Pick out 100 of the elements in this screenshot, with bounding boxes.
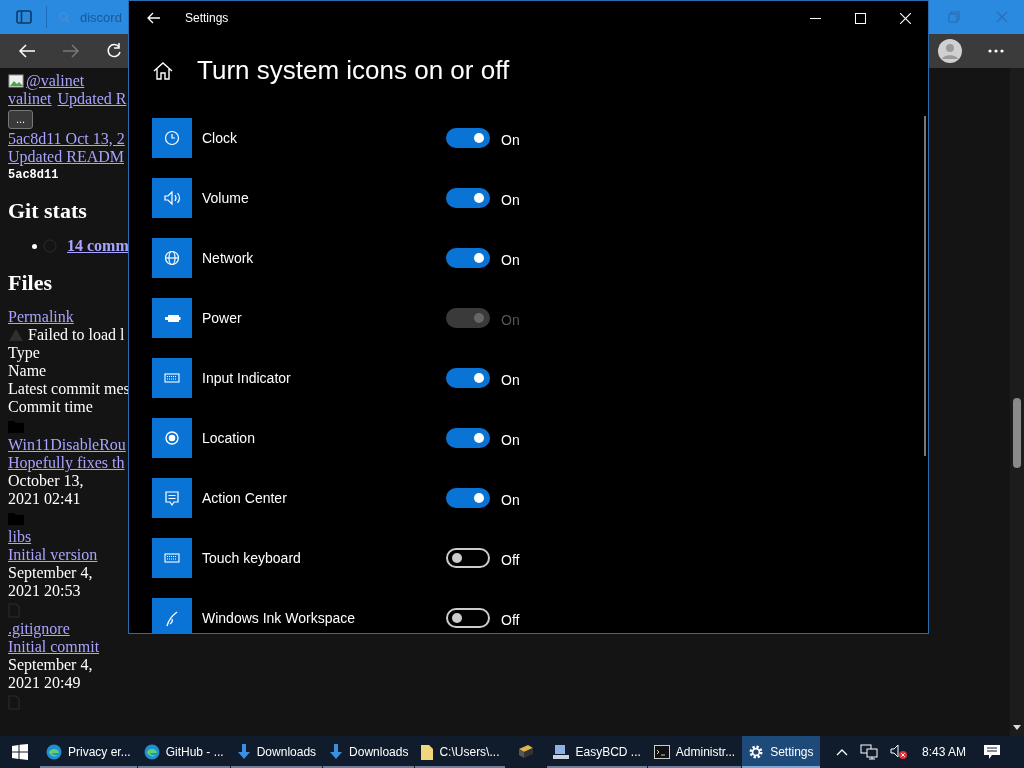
text: Name xyxy=(8,362,47,380)
message-icon xyxy=(152,478,192,518)
toggle-switch[interactable] xyxy=(446,248,490,268)
muted-volume-icon[interactable] xyxy=(889,744,908,760)
text: September 4, xyxy=(8,564,93,582)
link[interactable]: Updated READM xyxy=(8,148,124,166)
taskbar-app[interactable]: EasyBCD ... xyxy=(547,736,647,768)
link[interactable]: Initial version xyxy=(8,546,98,564)
forward-icon[interactable] xyxy=(62,43,80,59)
back-icon[interactable] xyxy=(18,43,36,59)
setting-label: Power xyxy=(202,310,243,326)
setting-label: Action Center xyxy=(202,490,288,506)
error-message: Failed to load l xyxy=(28,326,125,344)
target-icon xyxy=(152,418,192,458)
link[interactable]: Permalink xyxy=(8,308,74,326)
toggle-state: On xyxy=(501,190,520,208)
page-title: Turn system icons on or off xyxy=(197,55,510,86)
refresh-icon[interactable] xyxy=(106,43,122,59)
link[interactable]: 5ac8d11 Oct 13, 2 xyxy=(8,130,125,148)
taskbar-app[interactable]: Downloads xyxy=(323,736,415,768)
link[interactable]: Hopefully fixes th xyxy=(8,454,125,472)
taskbar-app[interactable]: GitHub - ... xyxy=(137,736,230,768)
back-icon[interactable] xyxy=(147,12,161,24)
more-icon[interactable] xyxy=(988,49,1004,53)
books-icon xyxy=(518,743,535,759)
home-icon[interactable] xyxy=(153,61,173,80)
computer-icon xyxy=(553,744,570,760)
toggle-state: On xyxy=(501,130,520,148)
text: 2021 20:53 xyxy=(8,582,81,600)
toggle-switch[interactable] xyxy=(446,188,490,208)
taskbar-app[interactable]: Settings xyxy=(742,736,820,768)
section-heading: Files xyxy=(8,270,53,296)
windows-start-icon[interactable] xyxy=(12,744,28,760)
text: September 4, xyxy=(8,656,93,674)
text: 2021 02:41 xyxy=(8,490,81,508)
search-icon xyxy=(59,11,70,23)
setting-label: Volume xyxy=(202,190,250,206)
keyboard-icon xyxy=(152,538,192,578)
toggle-switch[interactable] xyxy=(446,368,490,388)
edge-icon xyxy=(46,744,62,760)
link[interactable]: .gitignore xyxy=(8,620,70,638)
scrollbar-thumb[interactable] xyxy=(924,116,926,456)
maximize-icon[interactable] xyxy=(855,12,866,24)
link[interactable]: Updated R xyxy=(57,90,127,108)
terminal-icon xyxy=(653,745,670,759)
network-icon[interactable] xyxy=(859,744,878,760)
avatar-icon[interactable] xyxy=(938,39,962,63)
bullet-icon xyxy=(32,243,37,249)
alert-icon xyxy=(8,328,24,342)
commit-hash: 5ac8d11 xyxy=(8,168,59,182)
download-icon xyxy=(236,744,251,760)
chevron-up-icon[interactable] xyxy=(835,748,848,756)
text: October 13, xyxy=(8,472,84,490)
text: 2021 20:49 xyxy=(8,674,81,692)
taskbar-app[interactable]: Privacy er... xyxy=(40,736,137,768)
toggle-switch[interactable] xyxy=(446,128,490,148)
toggle-switch[interactable] xyxy=(446,428,490,448)
taskbar-clock[interactable]: 8:43 AM xyxy=(921,745,966,759)
text: Commit time xyxy=(8,398,93,416)
edge-icon xyxy=(143,744,160,760)
toggle-state: Off xyxy=(501,610,520,628)
clock-icon xyxy=(152,118,192,158)
setting-label: Network xyxy=(202,250,255,266)
setting-label: Touch keyboard xyxy=(202,550,302,566)
link[interactable]: libs xyxy=(8,528,32,546)
setting-label: Clock xyxy=(202,130,238,146)
scrollbar[interactable] xyxy=(1010,68,1024,736)
sidebar-icon[interactable] xyxy=(16,10,32,24)
toggle-state: On xyxy=(501,490,520,508)
setting-label: Input Indicator xyxy=(202,370,292,386)
toggle-state: On xyxy=(501,310,520,328)
toggle-state: Off xyxy=(501,550,520,568)
download-icon xyxy=(329,744,344,760)
setting-label: Windows Ink Workspace xyxy=(202,610,356,626)
toggle-state: On xyxy=(501,430,520,448)
more-button[interactable]: ... xyxy=(8,109,34,129)
toggle-state: On xyxy=(501,250,520,268)
battery-icon xyxy=(152,298,192,338)
toggle-switch[interactable] xyxy=(446,488,490,508)
keyboard-icon xyxy=(152,358,192,398)
toggle-state: On xyxy=(501,370,520,388)
link[interactable]: valinet xyxy=(8,90,52,108)
window-title: Settings xyxy=(185,11,229,25)
pen-icon xyxy=(152,598,192,633)
taskbar-app[interactable]: Downloads xyxy=(230,736,323,768)
taskbar-app[interactable]: C:\Users\... xyxy=(415,736,506,768)
link[interactable]: Win11DisableRou xyxy=(8,436,126,454)
section-heading: Git stats xyxy=(8,198,88,224)
taskbar-app[interactable]: Administr... xyxy=(647,736,742,768)
link[interactable]: Initial commit xyxy=(8,638,100,656)
notification-icon[interactable] xyxy=(984,744,1000,760)
link[interactable]: @valinet xyxy=(26,72,85,90)
scrollbar-thumb[interactable] xyxy=(1013,398,1021,468)
scroll-down-icon[interactable] xyxy=(1013,725,1021,730)
globe-icon xyxy=(152,238,192,278)
speaker-icon xyxy=(152,178,192,218)
settings-icon xyxy=(748,744,765,760)
commits-link[interactable]: 14 comm xyxy=(67,237,129,255)
document-icon xyxy=(421,744,434,760)
broken-image-icon xyxy=(8,73,24,89)
